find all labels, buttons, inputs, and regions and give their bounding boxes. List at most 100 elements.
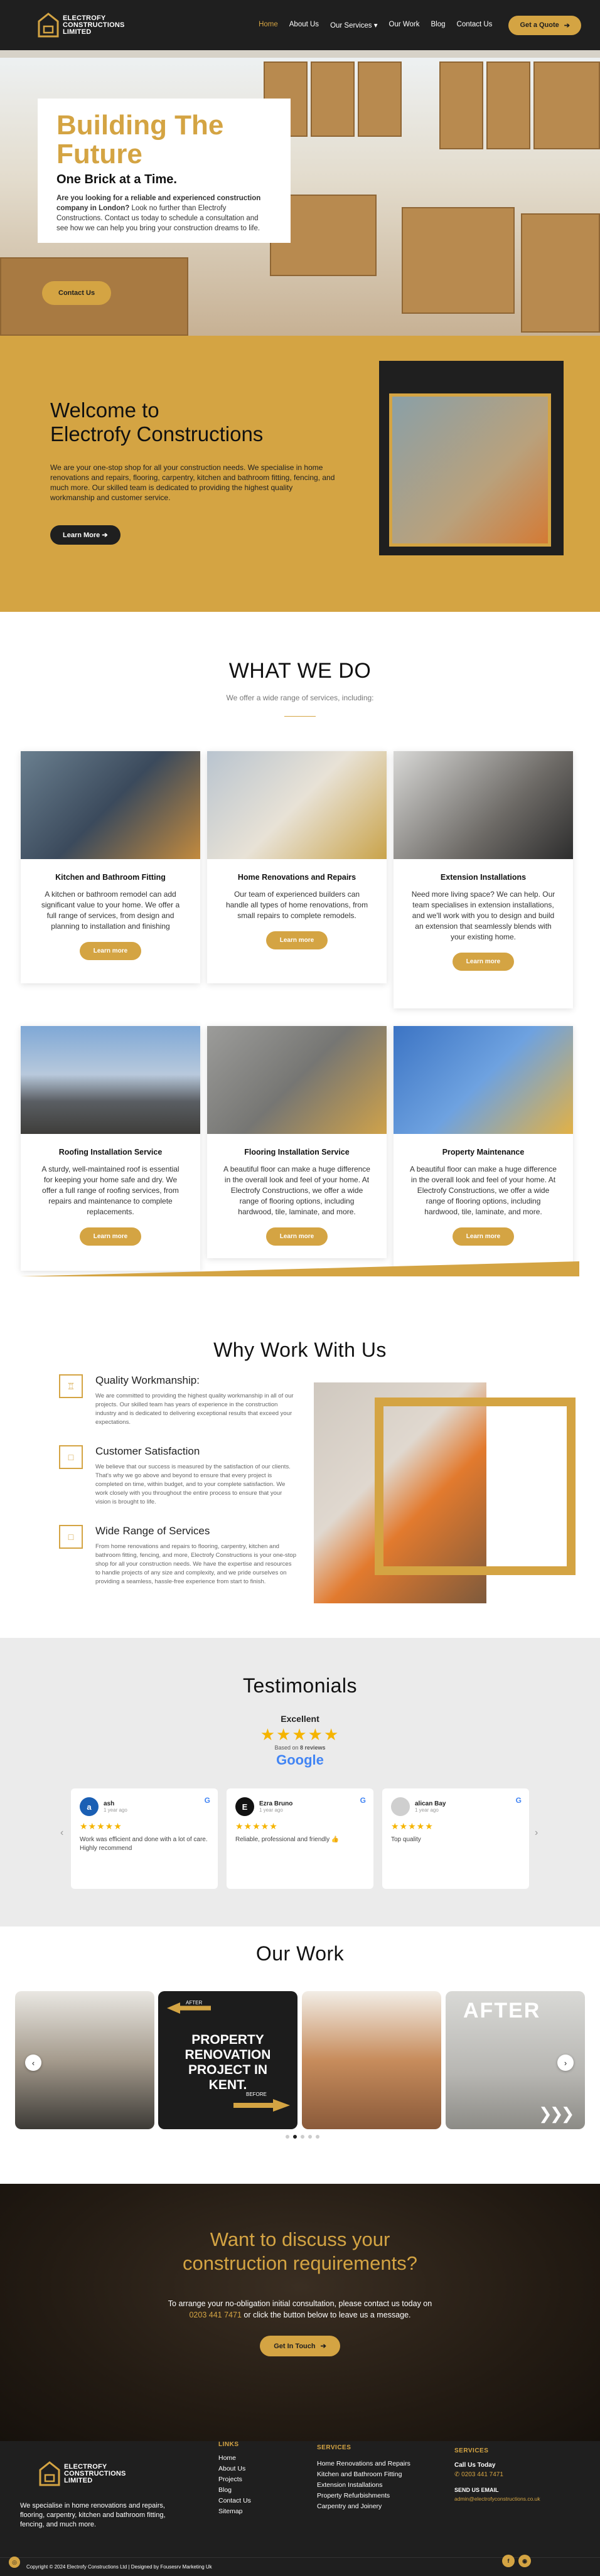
service-card: Kitchen and Bathroom Fitting A kitchen o… bbox=[21, 751, 200, 983]
why-item-title: Wide Range of Services bbox=[95, 1525, 210, 1537]
pagination-dot[interactable] bbox=[286, 2135, 289, 2139]
cta-title: Want to discuss your construction requir… bbox=[0, 2228, 600, 2275]
footer-email[interactable]: admin@electrofyconstructions.co.uk bbox=[454, 2496, 540, 2502]
nav-about[interactable]: About Us bbox=[289, 21, 319, 29]
pagination-dot[interactable] bbox=[316, 2135, 319, 2139]
nav-services[interactable]: Our Services ▾ bbox=[330, 21, 377, 29]
review-text: Reliable, professional and friendly 👍 bbox=[235, 1836, 340, 1843]
nav-home[interactable]: Home bbox=[259, 21, 278, 29]
work-prev-button[interactable]: ‹ bbox=[25, 2055, 41, 2071]
avatar: E bbox=[235, 1797, 254, 1816]
service-learn-more-button[interactable]: Learn more bbox=[79, 942, 142, 960]
get-in-touch-label: Get In Touch bbox=[274, 2342, 316, 2350]
pagination-dot[interactable] bbox=[293, 2135, 297, 2139]
service-card: Extension Installations Need more living… bbox=[394, 751, 573, 1008]
prev-review-arrow[interactable]: ‹ bbox=[60, 1827, 63, 1839]
get-in-touch-button[interactable]: Get In Touch ➔ bbox=[260, 2336, 340, 2356]
footer-logo[interactable]: ELECTROFY CONSTRUCTIONS LIMITED bbox=[39, 2461, 126, 2486]
logo[interactable]: ELECTROFY CONSTRUCTIONS LIMITED bbox=[38, 13, 125, 38]
slide-before-label: BEFORE bbox=[246, 2092, 267, 2097]
why-item-text: From home renovations and repairs to flo… bbox=[95, 1543, 296, 1585]
footer-phone[interactable]: ✆ 0203 441 7471 bbox=[454, 2471, 540, 2478]
service-text: A sturdy, well-maintained roof is essent… bbox=[41, 1165, 179, 1216]
facebook-icon[interactable]: f bbox=[502, 2555, 515, 2567]
cta-phone-link[interactable]: 0203 441 7471 bbox=[189, 2311, 241, 2319]
review-date: 1 year ago bbox=[259, 1807, 283, 1813]
logo-line-2: CONSTRUCTIONS bbox=[63, 21, 125, 29]
pagination-dot[interactable] bbox=[301, 2135, 304, 2139]
footer-service-link[interactable]: Kitchen and Bathroom Fitting bbox=[317, 2469, 410, 2480]
slide-text: PROPERTY RENOVATION PROJECT IN KENT. bbox=[185, 2033, 271, 2092]
service-learn-more-button[interactable]: Learn more bbox=[79, 1227, 142, 1246]
work-next-button[interactable]: › bbox=[557, 2055, 574, 2071]
rating-stars: ★★★★★ bbox=[260, 1725, 340, 1744]
service-image bbox=[394, 751, 573, 859]
logo-line-2: CONSTRUCTIONS bbox=[64, 2469, 126, 2477]
why-item-title: Customer Satisfaction bbox=[95, 1445, 200, 1457]
footer-service-link[interactable]: Home Renovations and Repairs bbox=[317, 2459, 410, 2469]
review-stars: ★★★★★ bbox=[235, 1821, 278, 1831]
footer-link[interactable]: Contact Us bbox=[218, 2496, 251, 2506]
footer-link[interactable]: Home bbox=[218, 2453, 251, 2464]
review-date: 1 year ago bbox=[104, 1807, 127, 1813]
service-card: Property Maintenance A beautiful floor c… bbox=[394, 1026, 573, 1271]
google-g-icon: G bbox=[204, 1796, 210, 1805]
service-image bbox=[207, 1026, 387, 1134]
phone-icon: ✆ bbox=[454, 2471, 462, 2478]
nav-blog[interactable]: Blog bbox=[431, 21, 446, 29]
review-card: alican Bay 1 year ago G ★★★★★ Top quality bbox=[382, 1788, 529, 1889]
work-slide[interactable] bbox=[302, 1991, 441, 2129]
footer-link[interactable]: Projects bbox=[218, 2474, 251, 2485]
nav-services-label: Our Services bbox=[330, 22, 372, 29]
cta-section: Want to discuss your construction requir… bbox=[0, 2184, 600, 2441]
services-subtitle: We offer a wide range of services, inclu… bbox=[226, 693, 374, 702]
why-item: □ Wide Range of Services From home renov… bbox=[59, 1525, 297, 1594]
google-logo: Google bbox=[276, 1752, 324, 1768]
scroll-icon[interactable]: ◎ bbox=[9, 2557, 20, 2568]
logo-line-1: ELECTROFY bbox=[64, 2462, 107, 2471]
pagination-dot[interactable] bbox=[308, 2135, 312, 2139]
instagram-icon[interactable]: ◉ bbox=[518, 2555, 531, 2567]
footer-contact: SERVICES Call Us Today ✆ 0203 441 7471 S… bbox=[454, 2447, 540, 2502]
services-header: WHAT WE DO We offer a wide range of serv… bbox=[0, 659, 600, 717]
service-image bbox=[21, 1026, 200, 1134]
satisfaction-icon: □ bbox=[59, 1445, 83, 1469]
hero-contact-button[interactable]: Contact Us bbox=[42, 281, 112, 305]
arrow-right-icon: ➔ bbox=[102, 532, 108, 539]
service-text: A beautiful floor can make a huge differ… bbox=[410, 1165, 557, 1216]
nav-contact[interactable]: Contact Us bbox=[457, 21, 493, 29]
footer-link[interactable]: About Us bbox=[218, 2464, 251, 2474]
welcome-title-line-2: Electrofy Constructions bbox=[50, 422, 264, 446]
review-text: Work was efficient and done with a lot o… bbox=[80, 1836, 208, 1852]
service-learn-more-button[interactable]: Learn more bbox=[265, 931, 328, 949]
why-item-text: We are committed to providing the highes… bbox=[95, 1392, 294, 1426]
learn-more-button[interactable]: Learn More ➔ bbox=[50, 525, 121, 545]
footer-link[interactable]: Sitemap bbox=[218, 2506, 251, 2517]
copyright-text: Copyright © 2024 Electrofy Constructions… bbox=[26, 2564, 212, 2570]
next-review-arrow[interactable]: › bbox=[535, 1827, 538, 1839]
testimonials-title: Testimonials bbox=[242, 1674, 358, 1697]
services-divider bbox=[284, 716, 316, 717]
service-card: Roofing Installation Service A sturdy, w… bbox=[21, 1026, 200, 1271]
service-learn-more-button[interactable]: Learn more bbox=[452, 1227, 515, 1246]
review-card: E Ezra Bruno 1 year ago G ★★★★★ Reliable,… bbox=[227, 1788, 373, 1889]
get-quote-button[interactable]: Get a Quote ➔ bbox=[508, 15, 581, 35]
footer-link[interactable]: Blog bbox=[218, 2485, 251, 2496]
footer-service-link[interactable]: Extension Installations bbox=[317, 2480, 410, 2491]
review-stars: ★★★★★ bbox=[391, 1821, 434, 1831]
footer-service-link[interactable]: Carpentry and Joinery bbox=[317, 2501, 410, 2512]
service-learn-more-button[interactable]: Learn more bbox=[452, 953, 515, 971]
footer-service-link[interactable]: Property Refurbishments bbox=[317, 2491, 410, 2501]
logo-house-icon bbox=[39, 2461, 60, 2486]
work-slide[interactable]: AFTER PROPERTY RENOVATION PROJECT IN KEN… bbox=[158, 1991, 297, 2129]
footer-phone-number: 0203 441 7471 bbox=[461, 2471, 503, 2478]
service-text: Need more living space? We can help. Our… bbox=[411, 890, 555, 941]
why-item-title: Quality Workmanship: bbox=[95, 1374, 200, 1386]
footer-services-heading: SERVICES bbox=[317, 2444, 351, 2451]
service-learn-more-button[interactable]: Learn more bbox=[265, 1227, 328, 1246]
nav-work[interactable]: Our Work bbox=[389, 21, 420, 29]
based-on: Based on 8 reviews bbox=[0, 1745, 600, 1751]
footer-services: SERVICES Home Renovations and Repairs Ki… bbox=[317, 2444, 410, 2512]
logo-line-1: ELECTROFY bbox=[63, 14, 106, 22]
arrow-right-icon: ➔ bbox=[320, 2343, 326, 2350]
